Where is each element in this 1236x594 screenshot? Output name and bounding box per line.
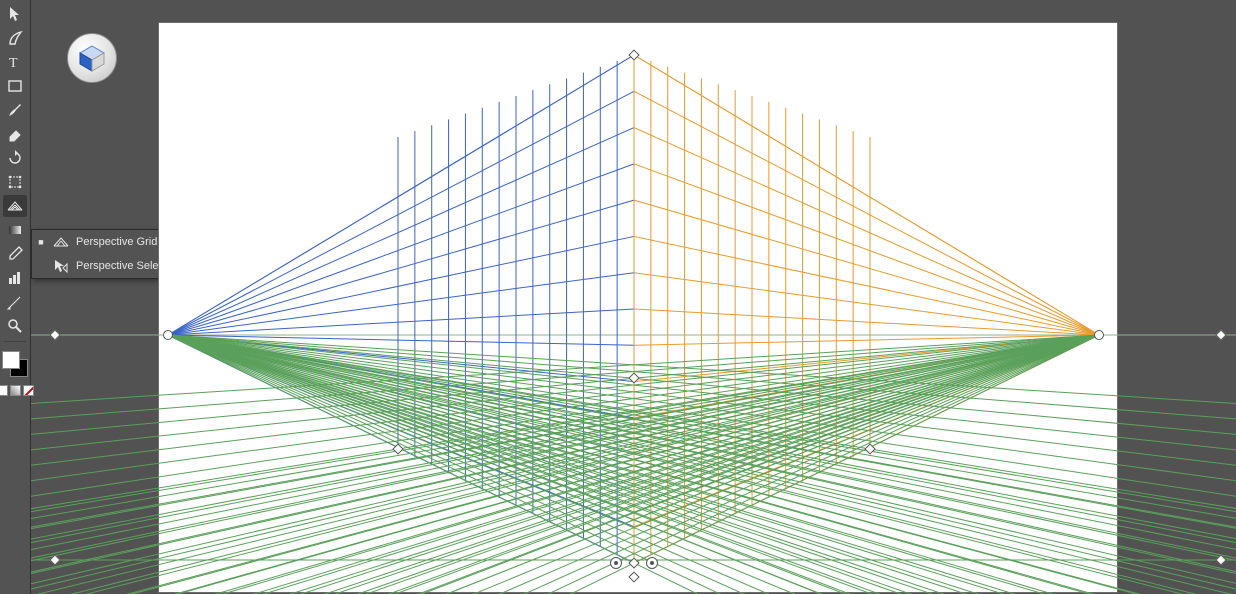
paintbrush-tool[interactable]	[3, 99, 27, 121]
perspective-selection-icon	[52, 258, 70, 274]
selection-tool[interactable]	[3, 3, 27, 25]
fill-stroke-swatches[interactable]	[2, 351, 28, 377]
color-mode-solid[interactable]	[0, 385, 8, 396]
free-transform-tool[interactable]	[3, 171, 27, 193]
column-graph-tool[interactable]	[3, 267, 27, 289]
gradient-tool[interactable]	[3, 219, 27, 241]
ground-handle-left[interactable]	[49, 554, 60, 565]
zoom-tool[interactable]	[3, 315, 27, 337]
svg-text:T: T	[9, 56, 18, 70]
vanishing-point-right[interactable]	[1094, 330, 1104, 340]
ground-handle-right[interactable]	[1215, 554, 1226, 565]
horizon-handle-left[interactable]	[49, 329, 60, 340]
flyout-selected-mark: ■	[36, 237, 46, 247]
separator	[4, 341, 26, 342]
horizon-handle-right[interactable]	[1215, 329, 1226, 340]
vanishing-point-left[interactable]	[163, 330, 173, 340]
tools-panel: T	[0, 0, 31, 594]
type-tool[interactable]: T	[3, 51, 27, 73]
eyedropper-tool[interactable]	[3, 243, 27, 265]
draw-mode-row	[0, 385, 34, 396]
plane-switch-widget[interactable]	[67, 33, 117, 83]
rectangle-tool[interactable]	[3, 75, 27, 97]
perspective-grid-icon	[52, 234, 70, 250]
floor-handle-right[interactable]	[646, 557, 658, 569]
fill-swatch[interactable]	[2, 351, 20, 369]
eraser-tool[interactable]	[3, 123, 27, 145]
rotate-tool[interactable]	[3, 147, 27, 169]
artboard[interactable]	[158, 22, 1118, 593]
perspective-grid-tool[interactable]	[3, 195, 27, 217]
floor-handle-left[interactable]	[610, 557, 622, 569]
direct-selection-tool[interactable]	[3, 27, 27, 49]
cube-icon	[77, 43, 107, 73]
color-mode-none[interactable]	[23, 385, 34, 396]
color-mode-gradient[interactable]	[10, 385, 21, 396]
slice-tool[interactable]	[3, 291, 27, 313]
